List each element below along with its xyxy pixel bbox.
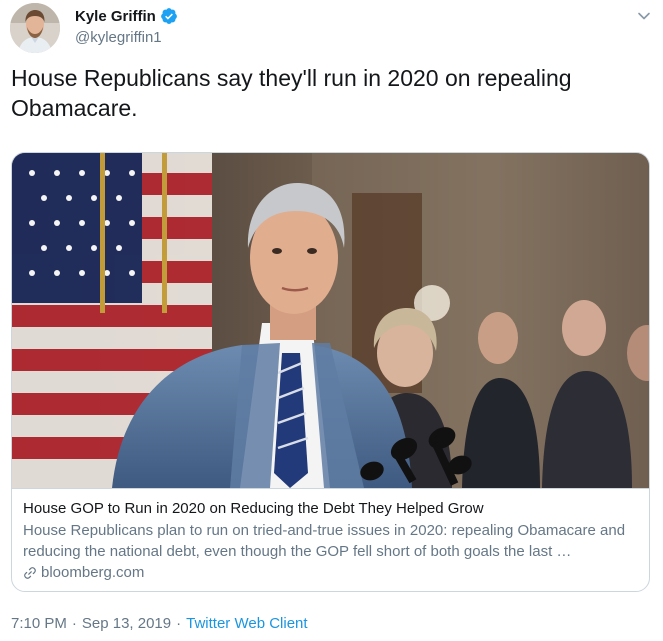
card-title[interactable]: House GOP to Run in 2020 on Reducing the… — [23, 499, 638, 519]
link-card[interactable]: House GOP to Run in 2020 on Reducing the… — [11, 152, 650, 592]
card-domain-row[interactable]: bloomberg.com — [23, 564, 638, 581]
tweet-time[interactable]: 7:10 PM — [11, 615, 67, 632]
verified-badge-icon — [160, 7, 178, 25]
link-icon — [23, 566, 37, 580]
avatar-image — [10, 3, 60, 53]
author-name-row[interactable]: Kyle Griffin — [75, 7, 178, 25]
card-domain: bloomberg.com — [41, 564, 145, 581]
author-handle[interactable]: @kylegriffin1 — [75, 29, 162, 46]
card-body: House GOP to Run in 2020 on Reducing the… — [23, 499, 638, 581]
card-description: House Republicans plan to run on tried-a… — [23, 522, 626, 560]
card-image — [12, 153, 649, 489]
chevron-down-icon[interactable] — [636, 8, 652, 24]
tweet-text: House Republicans say they'll run in 202… — [11, 65, 572, 121]
avatar[interactable] — [10, 3, 60, 53]
separator: · — [176, 615, 182, 632]
separator: · — [71, 615, 77, 632]
tweet-source-link[interactable]: Twitter Web Client — [186, 615, 307, 632]
tweet-date[interactable]: Sep 13, 2019 — [82, 615, 171, 632]
author-display-name[interactable]: Kyle Griffin — [75, 8, 156, 25]
tweet: Kyle Griffin @kylegriffin1 House Republi… — [0, 0, 663, 641]
tweet-footer: 7:10 PM · Sep 13, 2019 · Twitter Web Cli… — [11, 615, 308, 632]
